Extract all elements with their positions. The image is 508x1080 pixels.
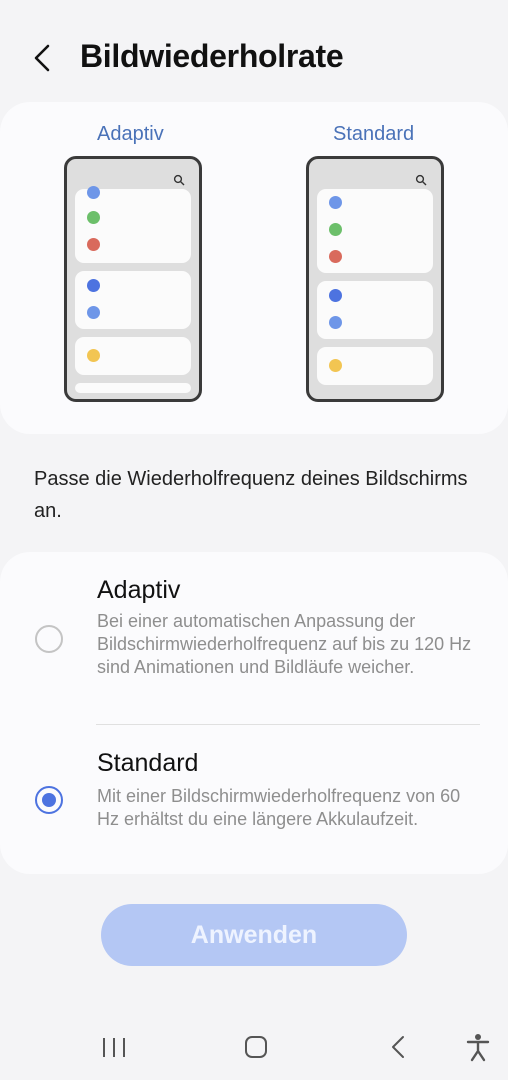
option-adaptive[interactable]: Adaptiv Bei einer automatischen Anpassun… <box>0 552 508 724</box>
search-icon <box>173 174 185 186</box>
accessibility-button[interactable] <box>460 1032 496 1062</box>
illustration-dot <box>329 223 342 236</box>
option-title: Standard <box>97 749 199 777</box>
option-standard[interactable]: Standard Mit einer Bildschirmwiederholfr… <box>0 725 508 874</box>
recent-apps-button[interactable] <box>96 1032 132 1062</box>
page-title: Bildwiederholrate <box>80 38 344 74</box>
home-icon <box>245 1036 267 1058</box>
illustration-dot <box>329 316 342 329</box>
illustration-panel <box>75 337 191 375</box>
option-description: Mit einer Bildschirmwiederholfrequenz vo… <box>97 786 461 829</box>
illustration-dot <box>329 289 342 302</box>
illustration-panel <box>75 186 191 263</box>
illustration-panel <box>75 383 191 393</box>
app-header: Bildwiederholrate <box>0 30 508 86</box>
accessibility-icon <box>466 1034 490 1062</box>
illustration-dot <box>87 306 100 319</box>
radio-standard[interactable] <box>35 786 63 814</box>
illustration-dot <box>329 359 342 372</box>
illustration-dot <box>87 349 100 362</box>
option-title: Adaptiv <box>97 576 181 604</box>
illustration-panel <box>317 189 433 273</box>
phone-illustration-standard <box>306 156 444 402</box>
preview-label-standard: Standard <box>333 123 415 145</box>
description-text: Passe die Wiederholfrequenz deines Bilds… <box>34 468 468 522</box>
illustration-dot <box>87 238 100 251</box>
illustration-dot <box>329 250 342 263</box>
illustration-dot <box>87 211 100 224</box>
apply-button[interactable]: Anwenden <box>101 904 407 966</box>
search-icon <box>415 174 427 186</box>
recent-apps-icon <box>103 1038 125 1057</box>
back-nav-button[interactable] <box>380 1032 416 1062</box>
option-description: Bei einer automatischen Anpassung der Bi… <box>97 611 472 677</box>
illustration-panel <box>317 281 433 339</box>
preview-label-adaptive: Adaptiv <box>97 123 164 145</box>
refresh-rate-options: Adaptiv Bei einer automatischen Anpassun… <box>0 552 508 874</box>
back-icon <box>392 1036 404 1058</box>
illustration-dot <box>329 196 342 209</box>
chevron-left-icon <box>34 44 50 72</box>
system-navigation-bar <box>0 1020 508 1080</box>
preview-card: Adaptiv Standard <box>0 102 508 434</box>
radio-adaptive[interactable] <box>35 625 63 653</box>
back-button[interactable] <box>28 42 60 74</box>
illustration-dot <box>87 279 100 292</box>
illustration-panel <box>75 271 191 329</box>
illustration-panel <box>317 347 433 385</box>
home-button[interactable] <box>238 1032 274 1062</box>
phone-illustration-adaptive <box>64 156 202 402</box>
illustration-dot <box>87 186 100 199</box>
